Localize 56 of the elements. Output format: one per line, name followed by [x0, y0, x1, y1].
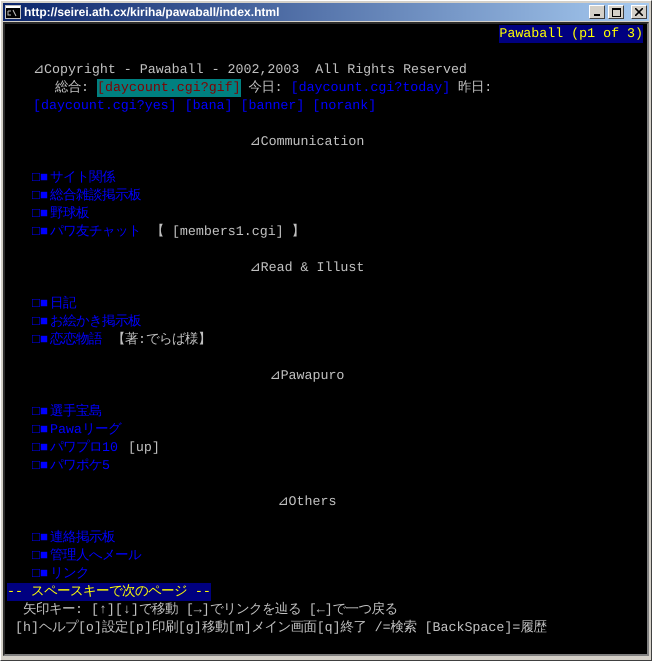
- menu-link[interactable]: リンク: [50, 565, 89, 583]
- menu-link[interactable]: 管理人へメール: [50, 547, 141, 565]
- menu-link[interactable]: 野球板: [50, 205, 89, 223]
- maximize-icon: [612, 8, 620, 16]
- menu-link[interactable]: 連絡掲示板: [50, 529, 115, 547]
- bullet-marker: □■: [32, 529, 48, 547]
- bullet-marker: □■: [32, 331, 48, 349]
- bullet-marker: □■: [32, 223, 48, 241]
- menu-link[interactable]: パワポケ5: [50, 457, 110, 475]
- section-heading: ⊿Pawapuro: [270, 367, 344, 385]
- menu-link[interactable]: 恋恋物語: [50, 331, 102, 349]
- menu-link[interactable]: 日記: [50, 295, 76, 313]
- page-status: Pawaball (p1 of 3): [499, 25, 643, 43]
- menu-link[interactable]: パワプロ10: [50, 439, 118, 457]
- close-button[interactable]: [631, 5, 647, 19]
- menu-link[interactable]: 選手宝島: [50, 403, 102, 421]
- console-icon: [5, 5, 21, 19]
- menu-link[interactable]: Pawaリーグ: [50, 421, 121, 439]
- counter-link[interactable]: [daycount.cgi?yes]: [33, 97, 177, 115]
- maximize-button[interactable]: [608, 5, 624, 19]
- bullet-marker: □■: [32, 457, 48, 475]
- menu-link[interactable]: サイト関係: [50, 169, 115, 187]
- bullet-marker: □■: [32, 205, 48, 223]
- section-heading: ⊿Others: [278, 493, 336, 511]
- bullet-marker: □■: [32, 295, 48, 313]
- bullet-marker: □■: [32, 187, 48, 205]
- item-note: 【 [members1.cgi] 】: [150, 223, 305, 241]
- section-heading: ⊿Read & Illust: [250, 259, 364, 277]
- help-line: 矢印キー: [↑][↓]で移動 [→]でリンクを辿る [←]で一つ戻る: [23, 601, 398, 619]
- counter-link[interactable]: [daycount.cgi?gif]: [96, 79, 241, 97]
- window-title: http://seirei.ath.cx/kiriha/pawaball/index.html: [24, 5, 280, 19]
- counter-link[interactable]: [banner]: [240, 97, 304, 115]
- counter-label: 総合:: [55, 79, 89, 97]
- item-note: [up]: [128, 439, 160, 457]
- bullet-marker: □■: [32, 421, 48, 439]
- bullet-marker: □■: [32, 565, 48, 583]
- counter-label: 今日:: [248, 79, 283, 97]
- item-note: 【著:でらば様】: [112, 331, 211, 349]
- counter-link[interactable]: [bana]: [184, 97, 233, 115]
- counter-link[interactable]: [norank]: [312, 97, 376, 115]
- bullet-marker: □■: [32, 439, 48, 457]
- section-heading: ⊿Communication: [250, 133, 364, 151]
- counter-link[interactable]: [daycount.cgi?today]: [290, 79, 450, 97]
- bullet-marker: □■: [32, 169, 48, 187]
- bullet-marker: □■: [32, 547, 48, 565]
- counter-label: 昨日:: [458, 79, 492, 97]
- bullet-marker: □■: [32, 403, 48, 421]
- menu-link[interactable]: お絵かき掲示板: [50, 313, 141, 331]
- bullet-marker: □■: [32, 313, 48, 331]
- menu-link[interactable]: パワ友チャット: [50, 223, 141, 241]
- minimize-button[interactable]: [589, 5, 605, 19]
- copyright-text: ⊿Copyright - Pawaball - 2002,2003 All Rights Reserved: [33, 61, 467, 79]
- more-prompt: -- スペースキーで次のページ --: [7, 583, 211, 601]
- close-icon: [635, 8, 643, 16]
- help-line: [h]ヘルプ[o]設定[p]印刷[g]移動[m]メイン画面[q]終了 /=検索 [BackSpace]=履歴: [15, 619, 546, 637]
- menu-link[interactable]: 総合雑談掲示板: [50, 187, 141, 205]
